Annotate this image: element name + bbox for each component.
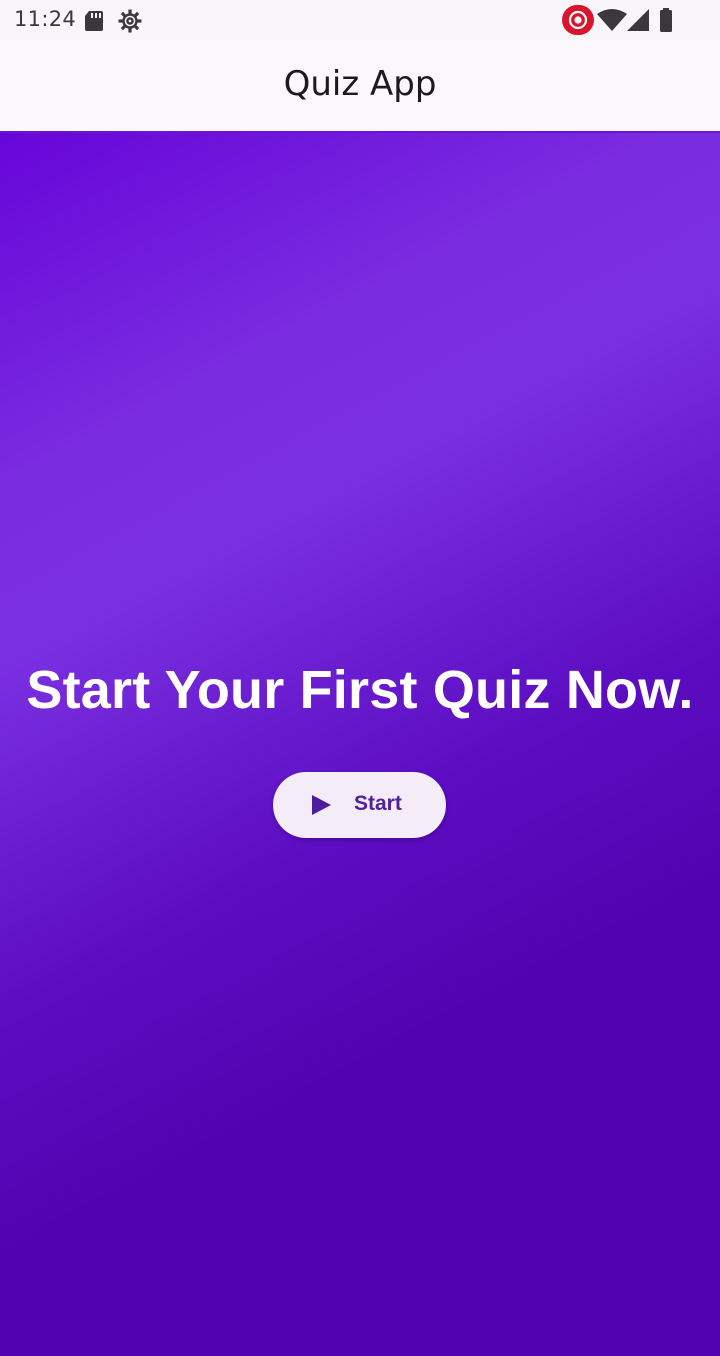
status-time: 11:24 xyxy=(14,7,77,31)
screen-record-icon xyxy=(562,5,594,35)
app-bar: Quiz App xyxy=(0,40,720,132)
cellular-signal-icon xyxy=(627,9,649,31)
play-icon xyxy=(312,795,331,815)
settings-gear-icon xyxy=(118,9,142,33)
battery-icon xyxy=(660,8,672,32)
status-bar: 11:24 xyxy=(0,0,720,40)
app-title: Quiz App xyxy=(283,64,437,104)
hero-section: Start Your First Quiz Now. Start xyxy=(0,133,720,1356)
headline: Start Your First Quiz Now. xyxy=(26,660,694,720)
sd-card-icon xyxy=(85,11,103,31)
wifi-icon xyxy=(597,9,627,31)
start-button-label: Start xyxy=(354,792,402,815)
start-button[interactable]: Start xyxy=(273,772,446,838)
